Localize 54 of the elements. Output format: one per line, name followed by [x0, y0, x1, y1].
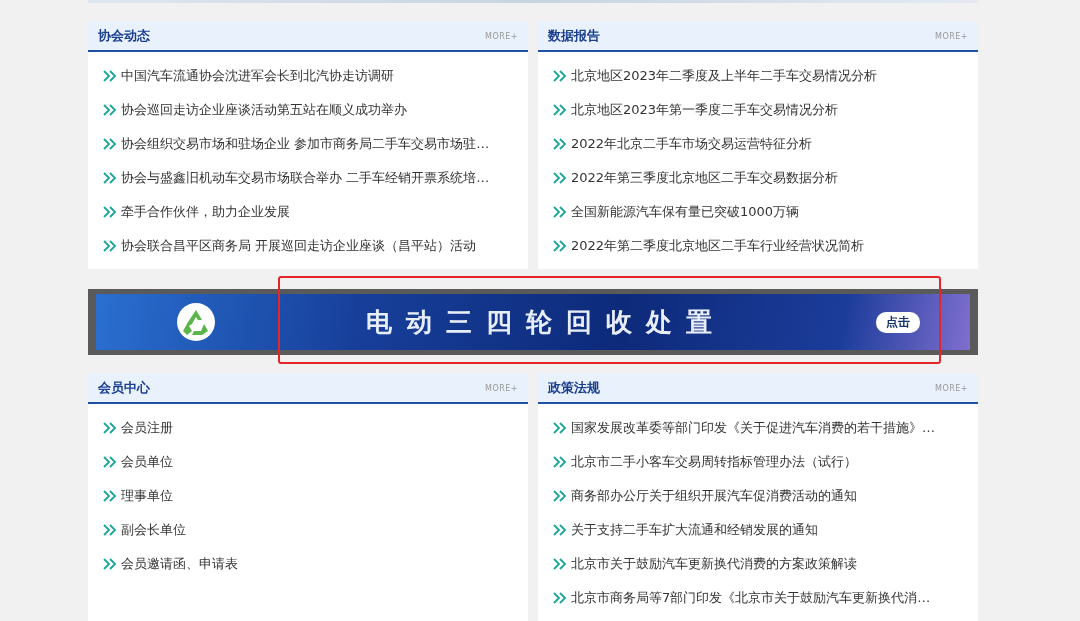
double-chevron-icon	[103, 422, 117, 434]
news-link[interactable]: 北京市商务局等7部门印发《北京市关于鼓励汽车更新换代消…	[571, 589, 931, 607]
double-chevron-icon	[553, 524, 567, 536]
news-link[interactable]: 中国汽车流通协会沈进军会长到北汽协走访调研	[121, 67, 394, 85]
news-link[interactable]: 2022年北京二手车市场交易运营特征分析	[571, 135, 813, 153]
double-chevron-icon	[553, 240, 567, 252]
double-chevron-icon	[103, 138, 117, 150]
double-chevron-icon	[553, 172, 567, 184]
news-link[interactable]: 国家发展改革委等部门印发《关于促进汽车消费的若干措施》…	[571, 419, 935, 437]
news-link[interactable]: 2022年第三季度北京地区二手车交易数据分析	[571, 169, 839, 187]
double-chevron-icon	[103, 524, 117, 536]
double-chevron-icon	[553, 490, 567, 502]
double-chevron-icon	[553, 422, 567, 434]
double-chevron-icon	[553, 592, 567, 604]
news-link[interactable]: 理事单位	[121, 487, 173, 505]
panel-title: 会员中心	[98, 379, 150, 397]
double-chevron-icon	[103, 70, 117, 82]
double-chevron-icon	[103, 240, 117, 252]
double-chevron-icon	[553, 70, 567, 82]
panel-title: 协会动态	[98, 27, 150, 45]
double-chevron-icon	[553, 206, 567, 218]
news-link[interactable]: 全国新能源汽车保有量已突破1000万辆	[571, 203, 800, 221]
double-chevron-icon	[103, 558, 117, 570]
news-link[interactable]: 2022年第二季度北京地区二手车行业经营状况简析	[571, 237, 865, 255]
news-link[interactable]: 协会巡回走访企业座谈活动第五站在顺义成功举办	[121, 101, 407, 119]
news-link[interactable]: 关于支持二手车扩大流通和经销发展的通知	[571, 521, 818, 539]
news-link[interactable]: 牵手合作伙伴，助力企业发展	[121, 203, 290, 221]
news-link[interactable]: 北京市二手小客车交易周转指标管理办法（试行）	[571, 453, 857, 471]
double-chevron-icon	[553, 138, 567, 150]
news-link[interactable]: 协会与盛鑫旧机动车交易市场联合举办 二手车经销开票系统培…	[121, 169, 490, 187]
news-link[interactable]: 协会组织交易市场和驻场企业 参加市商务局二手车交易市场驻…	[121, 135, 490, 153]
news-link[interactable]: 会员单位	[121, 453, 173, 471]
news-link[interactable]: 会员邀请函、申请表	[121, 555, 238, 573]
double-chevron-icon	[553, 104, 567, 116]
news-link[interactable]: 副会长单位	[121, 521, 186, 539]
click-button[interactable]: 点击	[876, 311, 920, 333]
news-link[interactable]: 北京地区2023年二季度及上半年二手车交易情况分析	[571, 67, 878, 85]
banner-ad[interactable]: 电动三四轮回收处置 点击	[88, 289, 978, 355]
double-chevron-icon	[553, 456, 567, 468]
news-link[interactable]: 协会联合昌平区商务局 开展巡回走访企业座谈（昌平站）活动	[121, 237, 477, 255]
double-chevron-icon	[553, 558, 567, 570]
double-chevron-icon	[103, 456, 117, 468]
news-link[interactable]: 北京地区2023年第一季度二手车交易情况分析	[571, 101, 839, 119]
double-chevron-icon	[103, 172, 117, 184]
news-link[interactable]: 会员注册	[121, 419, 173, 437]
panel-title: 数据报告	[548, 27, 600, 45]
double-chevron-icon	[103, 206, 117, 218]
banner-title: 电动三四轮回收处置	[365, 305, 727, 339]
double-chevron-icon	[103, 490, 117, 502]
panel-title: 政策法规	[548, 379, 600, 397]
double-chevron-icon	[103, 104, 117, 116]
recycle-icon	[176, 302, 216, 342]
news-link[interactable]: 北京市关于鼓励汽车更新换代消费的方案政策解读	[571, 555, 857, 573]
news-link[interactable]: 商务部办公厅关于组织开展汽车促消费活动的通知	[571, 487, 857, 505]
